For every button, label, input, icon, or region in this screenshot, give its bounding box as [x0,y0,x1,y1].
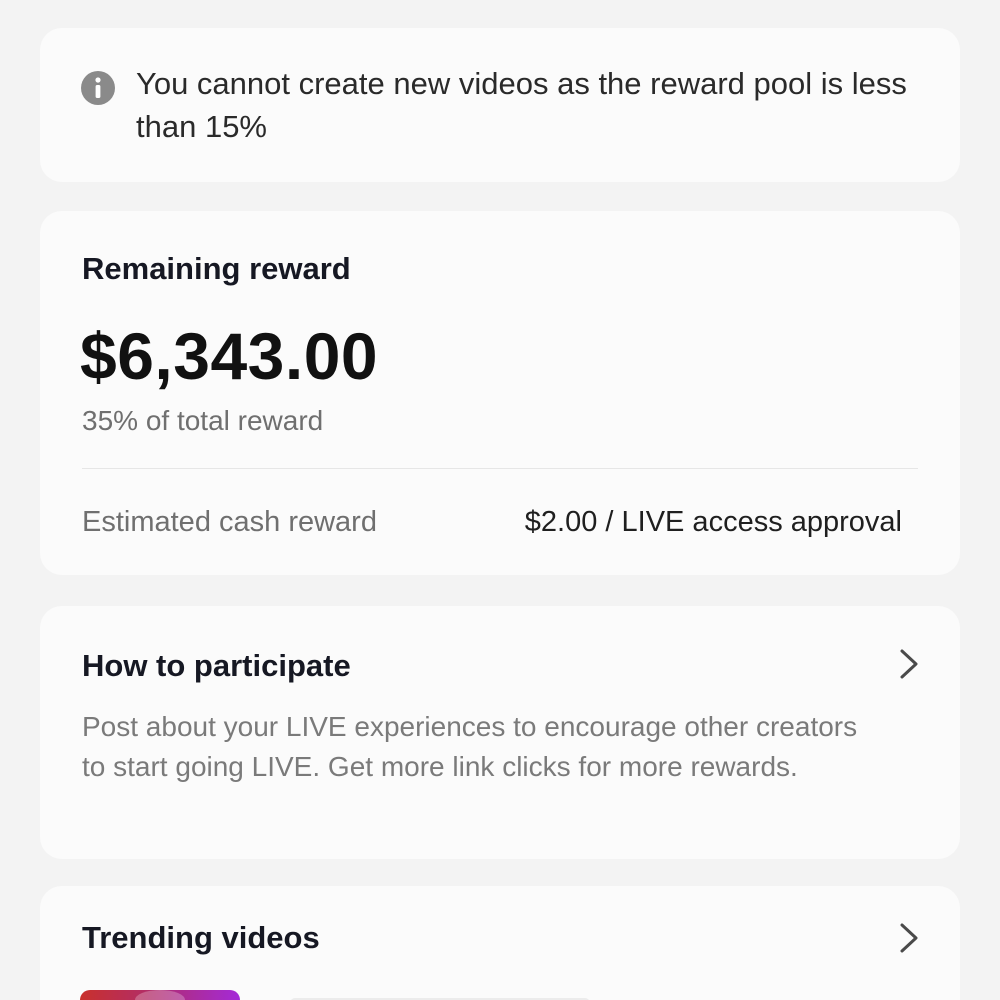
estimated-cash-reward-label: Estimated cash reward [82,506,377,538]
info-icon [81,71,115,105]
how-to-participate-description: Post about your LIVE experiences to enco… [82,711,858,782]
reward-percent-text: 35% of total reward [82,405,324,436]
remaining-reward-card: Remaining reward $6,343.00 35% of total … [40,211,960,575]
thumbnail-highlight [135,990,185,1000]
remaining-reward-amount: $6,343.00 [80,319,379,393]
how-to-participate-card[interactable]: How to participate Post about your LIVE … [40,606,960,859]
chevron-right-icon[interactable] [898,648,920,680]
remaining-reward-title: Remaining reward [82,251,351,286]
how-to-participate-title: How to participate [82,648,351,683]
divider [82,468,918,469]
campaign-page: You cannot create new videos as the rewa… [0,0,1000,1000]
chevron-right-icon[interactable] [898,922,920,954]
estimated-cash-reward-value: $2.00 / LIVE access approval [524,506,902,538]
notice-text: You cannot create new videos as the rewa… [136,66,907,144]
trending-videos-card[interactable]: Trending videos [40,886,960,1000]
reward-pool-notice: You cannot create new videos as the rewa… [40,28,960,182]
trending-video-thumbnail[interactable] [80,990,240,1000]
trending-videos-title: Trending videos [82,920,320,955]
